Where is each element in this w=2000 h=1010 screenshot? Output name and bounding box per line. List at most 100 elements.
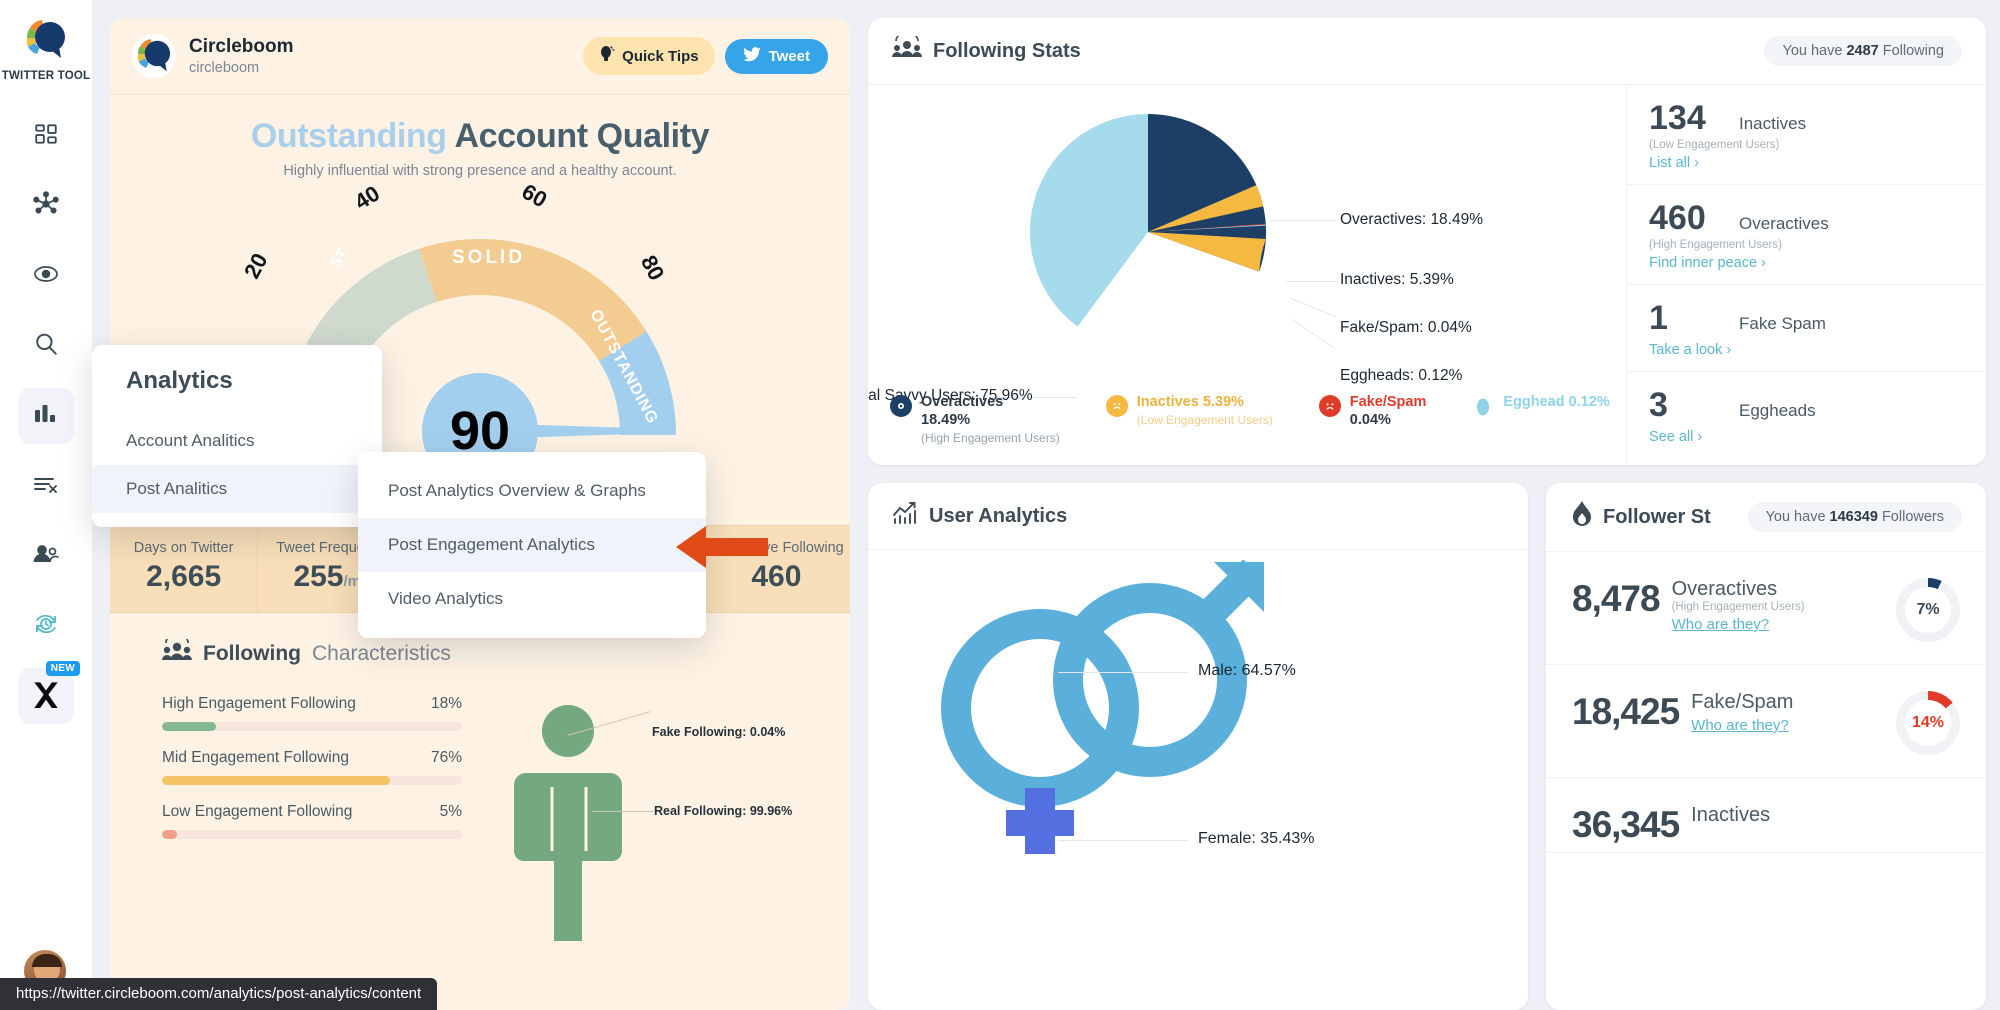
- legend-value: 0.04%: [1350, 412, 1391, 428]
- side-stat-overactives: 460Overactives (High Engagement Users) F…: [1627, 185, 1986, 285]
- pie-label-eggheads: Eggheads: 0.12%: [1340, 367, 1462, 385]
- side-stat-eggheads: 3Eggheads See all ›: [1627, 372, 1986, 458]
- submenu-item-video-analytics[interactable]: Video Analytics: [358, 572, 706, 626]
- follower-row-fakespam: 18,425 Fake/Spam Who are they? 14%: [1546, 665, 1986, 778]
- engagement-bars: High Engagement Following 18% Mid Engage…: [162, 695, 462, 857]
- side-stat-label: Eggheads: [1739, 401, 1816, 421]
- legend-overactives: Overactives 18.49% (High Engagement User…: [890, 393, 1060, 447]
- bar-fill: [162, 830, 177, 839]
- follower-stats-title: Follower St: [1603, 506, 1711, 529]
- submenu-item-post-engagement-analytics[interactable]: Post Engagement Analytics: [358, 518, 706, 572]
- leader-inactives: [1286, 281, 1338, 282]
- side-stat-link-list-all[interactable]: List all ›: [1649, 155, 1699, 171]
- legend-egghead: Egghead 0.12%: [1472, 393, 1609, 417]
- sidebar-item-analytics[interactable]: [18, 388, 74, 444]
- search-icon: [33, 331, 59, 362]
- follower-label: Overactives: [1672, 578, 1896, 601]
- following-characteristics-body: High Engagement Following 18% Mid Engage…: [110, 669, 850, 857]
- stat-label: Days on Twitter: [114, 540, 253, 556]
- menu-item-post-analitics[interactable]: Post Analitics: [92, 465, 382, 513]
- sidebar-item-unfollow[interactable]: [18, 458, 74, 514]
- gender-symbols-icon: [918, 560, 1318, 860]
- bar-track: [162, 830, 462, 839]
- gauge-band-st: ST: [327, 246, 352, 271]
- tweet-label: Tweet: [769, 48, 810, 65]
- trend-chart-icon: [892, 501, 918, 531]
- sidebar-item-history[interactable]: [18, 598, 74, 654]
- account-avatar-icon: [132, 34, 176, 78]
- following-people-icon: [892, 36, 922, 66]
- circleboom-logo-icon: [20, 14, 72, 66]
- bar-high-engagement: High Engagement Following 18%: [162, 695, 462, 731]
- browser-status-bar: https://twitter.circleboom.com/analytics…: [0, 978, 437, 1010]
- side-stat-label: Inactives: [1739, 114, 1806, 134]
- side-stat-link-take-a-look[interactable]: Take a look ›: [1649, 342, 1731, 358]
- eye-icon: [32, 262, 60, 291]
- sidebar-item-search[interactable]: [18, 318, 74, 374]
- people-icon: [32, 542, 60, 571]
- bar-mid-engagement: Mid Engagement Following 76%: [162, 749, 462, 785]
- follower-number: 36,345: [1572, 804, 1679, 846]
- right-column: Following Stats You have 2487 Following: [868, 18, 1986, 1010]
- menu-item-account-analitics[interactable]: Account Analitics: [92, 417, 382, 465]
- lower-row: User Analytics: [868, 483, 1986, 1010]
- quality-title-highlight: Outstanding: [251, 117, 447, 155]
- stat-days-on-twitter: Days on Twitter 2,665: [110, 526, 258, 612]
- side-stat-number: 1: [1649, 299, 1723, 338]
- side-stat-sub: (Low Engagement Users): [1649, 139, 1964, 151]
- follower-stats-header: Follower St You have 146349 Followers: [1546, 483, 1986, 552]
- user-analytics-title: User Analytics: [929, 505, 1067, 528]
- legend-sub: (Low Engagement Users): [1137, 413, 1273, 427]
- follower-sub: (High Engagement Users): [1672, 601, 1896, 613]
- follower-row-inactives: 36,345 Inactives: [1546, 778, 1986, 853]
- follower-label: Inactives: [1691, 804, 1960, 827]
- pill-suffix: Following: [1879, 43, 1944, 59]
- side-stat-link-see-all[interactable]: See all ›: [1649, 429, 1702, 445]
- sidebar-item-users[interactable]: [18, 528, 74, 584]
- tweet-button[interactable]: Tweet: [725, 39, 828, 74]
- bar-fill: [162, 722, 216, 731]
- post-analytics-submenu: Post Analytics Overview & Graphs Post En…: [358, 452, 706, 638]
- sidebar-item-x-platform[interactable]: NEW: [18, 668, 74, 724]
- account-name: Circleboom: [189, 36, 294, 58]
- bar-fill: [162, 776, 390, 785]
- sidebar-item-watch[interactable]: [18, 248, 74, 304]
- sidebar-item-network[interactable]: [18, 178, 74, 234]
- donut-pct: 7%: [1916, 601, 1939, 619]
- stat-value: 2,665: [114, 560, 253, 594]
- twitter-bird-icon: [743, 47, 761, 66]
- following-characteristics-title: Following Characteristics: [110, 639, 850, 669]
- sidebar: TWITTER TOOL: [0, 0, 92, 1010]
- flame-icon: [1570, 501, 1594, 533]
- follower-link-who-are-they[interactable]: Who are they?: [1672, 616, 1770, 633]
- fc-title-rest: Characteristics: [312, 642, 451, 666]
- follower-donut-overactives: 7%: [1896, 578, 1960, 642]
- follower-link-who-are-they[interactable]: Who are they?: [1691, 717, 1789, 734]
- submenu-item-post-analytics-overview[interactable]: Post Analytics Overview & Graphs: [358, 464, 706, 518]
- follower-number: 8,478: [1572, 578, 1660, 620]
- follower-count-pill: You have 146349 Followers: [1748, 502, 1962, 532]
- legend-title: Inactives 5.39%: [1137, 394, 1244, 410]
- side-stat-sub: (High Engagement Users): [1649, 239, 1964, 251]
- pointer-arrow-icon: [676, 522, 768, 577]
- leader-female: [1058, 840, 1188, 841]
- side-stat-fake-spam: 1Fake Spam Take a look ›: [1627, 285, 1986, 372]
- follower-stats-card: Follower St You have 146349 Followers 8,…: [1546, 483, 1986, 1010]
- grid-icon: [33, 121, 59, 152]
- app-logo[interactable]: TWITTER TOOL: [2, 14, 90, 82]
- angry-face-icon: [1319, 395, 1341, 417]
- account-card-header: Circleboom circleboom Quick Tips: [110, 18, 850, 95]
- following-count-pill: You have 2487 Following: [1764, 36, 1962, 66]
- sidebar-item-dashboard[interactable]: [18, 108, 74, 164]
- sidebar-logo-label: TWITTER TOOL: [2, 70, 90, 82]
- quick-tips-button[interactable]: Quick Tips: [583, 37, 714, 75]
- following-side-stats: 134Inactives (Low Engagement Users) List…: [1626, 85, 1986, 465]
- following-characteristics: Following Characteristics High Engagemen…: [110, 613, 850, 857]
- following-person-figure: Fake Following: 0.04% Real Following: 99…: [482, 695, 820, 857]
- following-stats-body: Overactives: 18.49% Inactives: 5.39% Fak…: [868, 85, 1986, 465]
- anno-line-real: [592, 811, 654, 812]
- account-identity: Circleboom circleboom: [132, 34, 294, 78]
- side-stat-link-find-inner-peace[interactable]: Find inner peace ›: [1649, 255, 1766, 271]
- pill-prefix: You have: [1782, 43, 1846, 59]
- follower-label: Fake/Spam: [1691, 691, 1896, 714]
